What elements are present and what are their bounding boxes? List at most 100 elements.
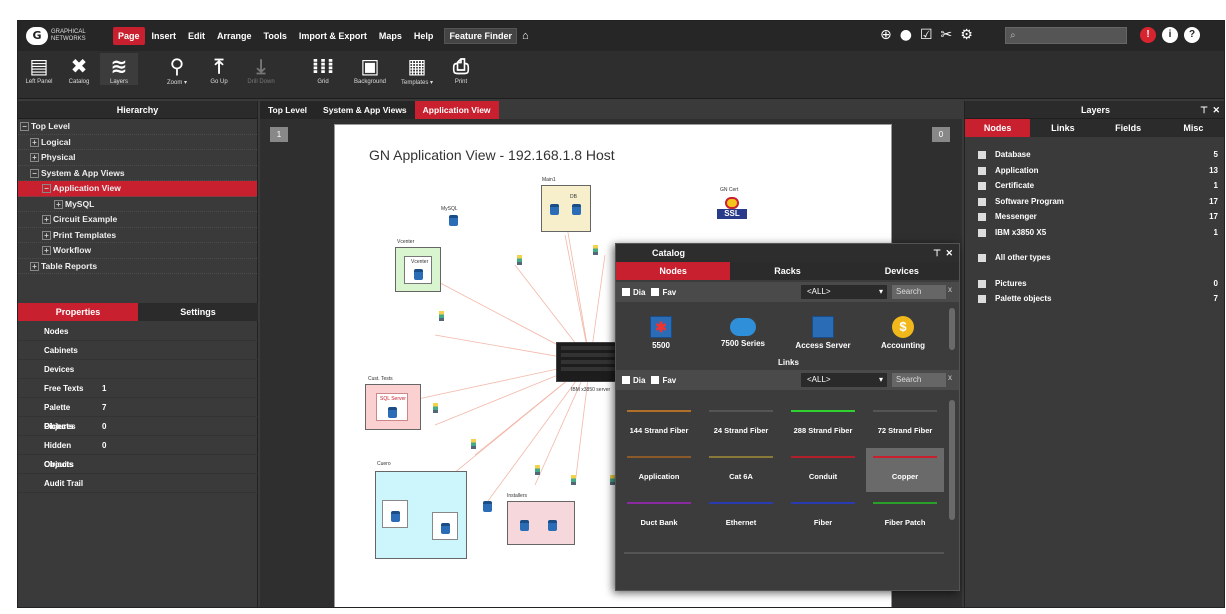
prop-value[interactable]: [98, 474, 102, 492]
link-conduit[interactable]: Conduit: [784, 448, 862, 492]
page-number-left[interactable]: 1: [270, 127, 288, 142]
breadcrumb-top-level[interactable]: Top Level: [260, 101, 315, 119]
layer-row-ibm-x3850[interactable]: IBM x3850 X5 1: [965, 225, 1224, 241]
collapse-icon[interactable]: −: [20, 122, 29, 132]
layer-row-palette-objects[interactable]: Palette objects 7: [965, 291, 1224, 307]
expand-icon[interactable]: +: [54, 199, 63, 209]
application-icon[interactable]: [391, 511, 400, 522]
left-panel-button[interactable]: ▤ Left Panel: [20, 53, 58, 85]
catalog-button[interactable]: ✖ Catalog: [60, 53, 98, 85]
application-icon[interactable]: [520, 520, 529, 531]
application-icon[interactable]: [441, 523, 450, 534]
breadcrumb-system-app-views[interactable]: System & App Views: [315, 101, 415, 119]
cuero-group[interactable]: [375, 471, 467, 559]
database-icon[interactable]: [572, 204, 581, 215]
collapse-icon[interactable]: −: [30, 168, 39, 178]
tools-icon[interactable]: ✂: [941, 27, 953, 43]
catalog-node-access-server[interactable]: Access Server: [788, 316, 858, 350]
clear-link-search-icon[interactable]: x: [948, 373, 952, 382]
application-icon[interactable]: [483, 501, 492, 512]
home-icon[interactable]: ⌂: [522, 30, 529, 42]
layer-row-software-program[interactable]: Software Program 17: [965, 194, 1224, 210]
fav-checkbox[interactable]: [651, 288, 660, 296]
feature-finder-button[interactable]: Feature Finder: [444, 28, 517, 44]
tab-layers-links[interactable]: Links: [1030, 119, 1096, 137]
layer-row-pictures[interactable]: Pictures 0: [965, 276, 1224, 292]
expand-icon[interactable]: +: [30, 153, 39, 163]
circle-icon[interactable]: ●: [900, 27, 912, 43]
link-cat-6a[interactable]: Cat 6A: [702, 448, 780, 492]
dia-checkbox[interactable]: [622, 288, 630, 296]
breadcrumb-application-view[interactable]: Application View: [414, 101, 499, 119]
globe-icon[interactable]: ⊕: [880, 27, 892, 43]
catalog-node-accounting[interactable]: $ Accounting: [868, 316, 938, 350]
link-duct-bank[interactable]: Duct Bank: [620, 494, 698, 538]
clear-search-icon[interactable]: x: [948, 285, 952, 294]
check-square-icon[interactable]: ☑: [920, 27, 933, 43]
layer-row-all-other-types[interactable]: All other types: [965, 250, 1224, 266]
layer-checkbox[interactable]: [978, 197, 986, 206]
drill-down-button[interactable]: ⤓ Drill Down: [242, 53, 280, 85]
layer-checkbox[interactable]: [978, 166, 986, 175]
layer-row-messenger[interactable]: Messenger 17: [965, 209, 1224, 225]
background-button[interactable]: ▣ Background: [351, 53, 389, 85]
database-icon[interactable]: [550, 204, 559, 215]
tree-item-top-level[interactable]: − Top Level: [18, 119, 257, 135]
link-72-strand-fiber[interactable]: 72 Strand Fiber: [866, 402, 944, 446]
messenger-icon[interactable]: [593, 245, 598, 255]
gear-icon[interactable]: ⚙: [960, 27, 973, 43]
menu-tools[interactable]: Tools: [259, 27, 292, 45]
nodes-scrollbar[interactable]: [949, 308, 955, 350]
link-category-select[interactable]: <ALL> ▾: [801, 373, 887, 387]
ssl-certificate-icon[interactable]: SSL: [717, 197, 747, 227]
tab-layers-fields[interactable]: Fields: [1095, 119, 1161, 137]
layer-row-application[interactable]: Application 13: [965, 163, 1224, 179]
link-fiber[interactable]: Fiber: [784, 494, 862, 538]
messenger-icon[interactable]: [433, 403, 438, 413]
link-288-strand-fiber[interactable]: 288 Strand Fiber: [784, 402, 862, 446]
menu-maps[interactable]: Maps: [374, 27, 407, 45]
tab-devices[interactable]: Devices: [844, 262, 959, 280]
templates-button[interactable]: ▦ Templates ▾: [398, 53, 436, 86]
tab-nodes[interactable]: Nodes: [616, 262, 731, 280]
expand-icon[interactable]: +: [42, 230, 51, 240]
application-icon[interactable]: [548, 520, 557, 531]
layer-checkbox[interactable]: [978, 279, 986, 288]
pin-icon[interactable]: ⊤: [1200, 101, 1208, 119]
messenger-icon[interactable]: [439, 311, 444, 321]
go-up-button[interactable]: ⤒ Go Up: [200, 53, 238, 85]
expand-icon[interactable]: +: [42, 215, 51, 225]
layer-checkbox[interactable]: [978, 295, 986, 303]
pin-icon[interactable]: ⊤: [933, 244, 941, 262]
alert-icon[interactable]: !: [1140, 27, 1156, 43]
messenger-icon[interactable]: [471, 439, 476, 449]
prop-value[interactable]: [98, 341, 102, 359]
layer-checkbox[interactable]: [978, 182, 986, 190]
catalog-node-7500-series[interactable]: 7500 Series: [708, 316, 778, 348]
vcenter-group[interactable]: Vcenter: [395, 247, 441, 292]
layer-row-database[interactable]: Database 5: [965, 147, 1224, 163]
close-icon[interactable]: ✕: [1212, 101, 1220, 119]
messenger-icon[interactable]: [571, 475, 576, 485]
cuero-app-node[interactable]: [432, 512, 458, 540]
fav-checkbox[interactable]: [651, 376, 660, 384]
link-ethernet[interactable]: Ethernet: [702, 494, 780, 538]
main1-group[interactable]: DB: [541, 185, 591, 232]
menu-help[interactable]: Help: [409, 27, 439, 45]
tree-item-physical[interactable]: + Physical: [18, 150, 257, 166]
layer-row-certificate[interactable]: Certificate 1: [965, 178, 1224, 194]
link-search-input[interactable]: Search: [892, 373, 946, 387]
prop-value[interactable]: [98, 360, 102, 378]
menu-insert[interactable]: Insert: [147, 27, 182, 45]
tab-layers-nodes[interactable]: Nodes: [965, 119, 1031, 137]
custtests-group[interactable]: SQL Server: [365, 384, 421, 430]
menu-arrange[interactable]: Arrange: [212, 27, 257, 45]
messenger-icon[interactable]: [517, 255, 522, 265]
layer-checkbox[interactable]: [978, 228, 986, 237]
collapse-icon[interactable]: −: [42, 184, 51, 194]
expand-icon[interactable]: +: [42, 246, 51, 256]
application-icon[interactable]: [414, 269, 423, 280]
grid-button[interactable]: ⁞⁞⁞ Grid: [304, 53, 342, 85]
prop-value[interactable]: [98, 322, 102, 340]
link-copper[interactable]: Copper: [866, 448, 944, 492]
